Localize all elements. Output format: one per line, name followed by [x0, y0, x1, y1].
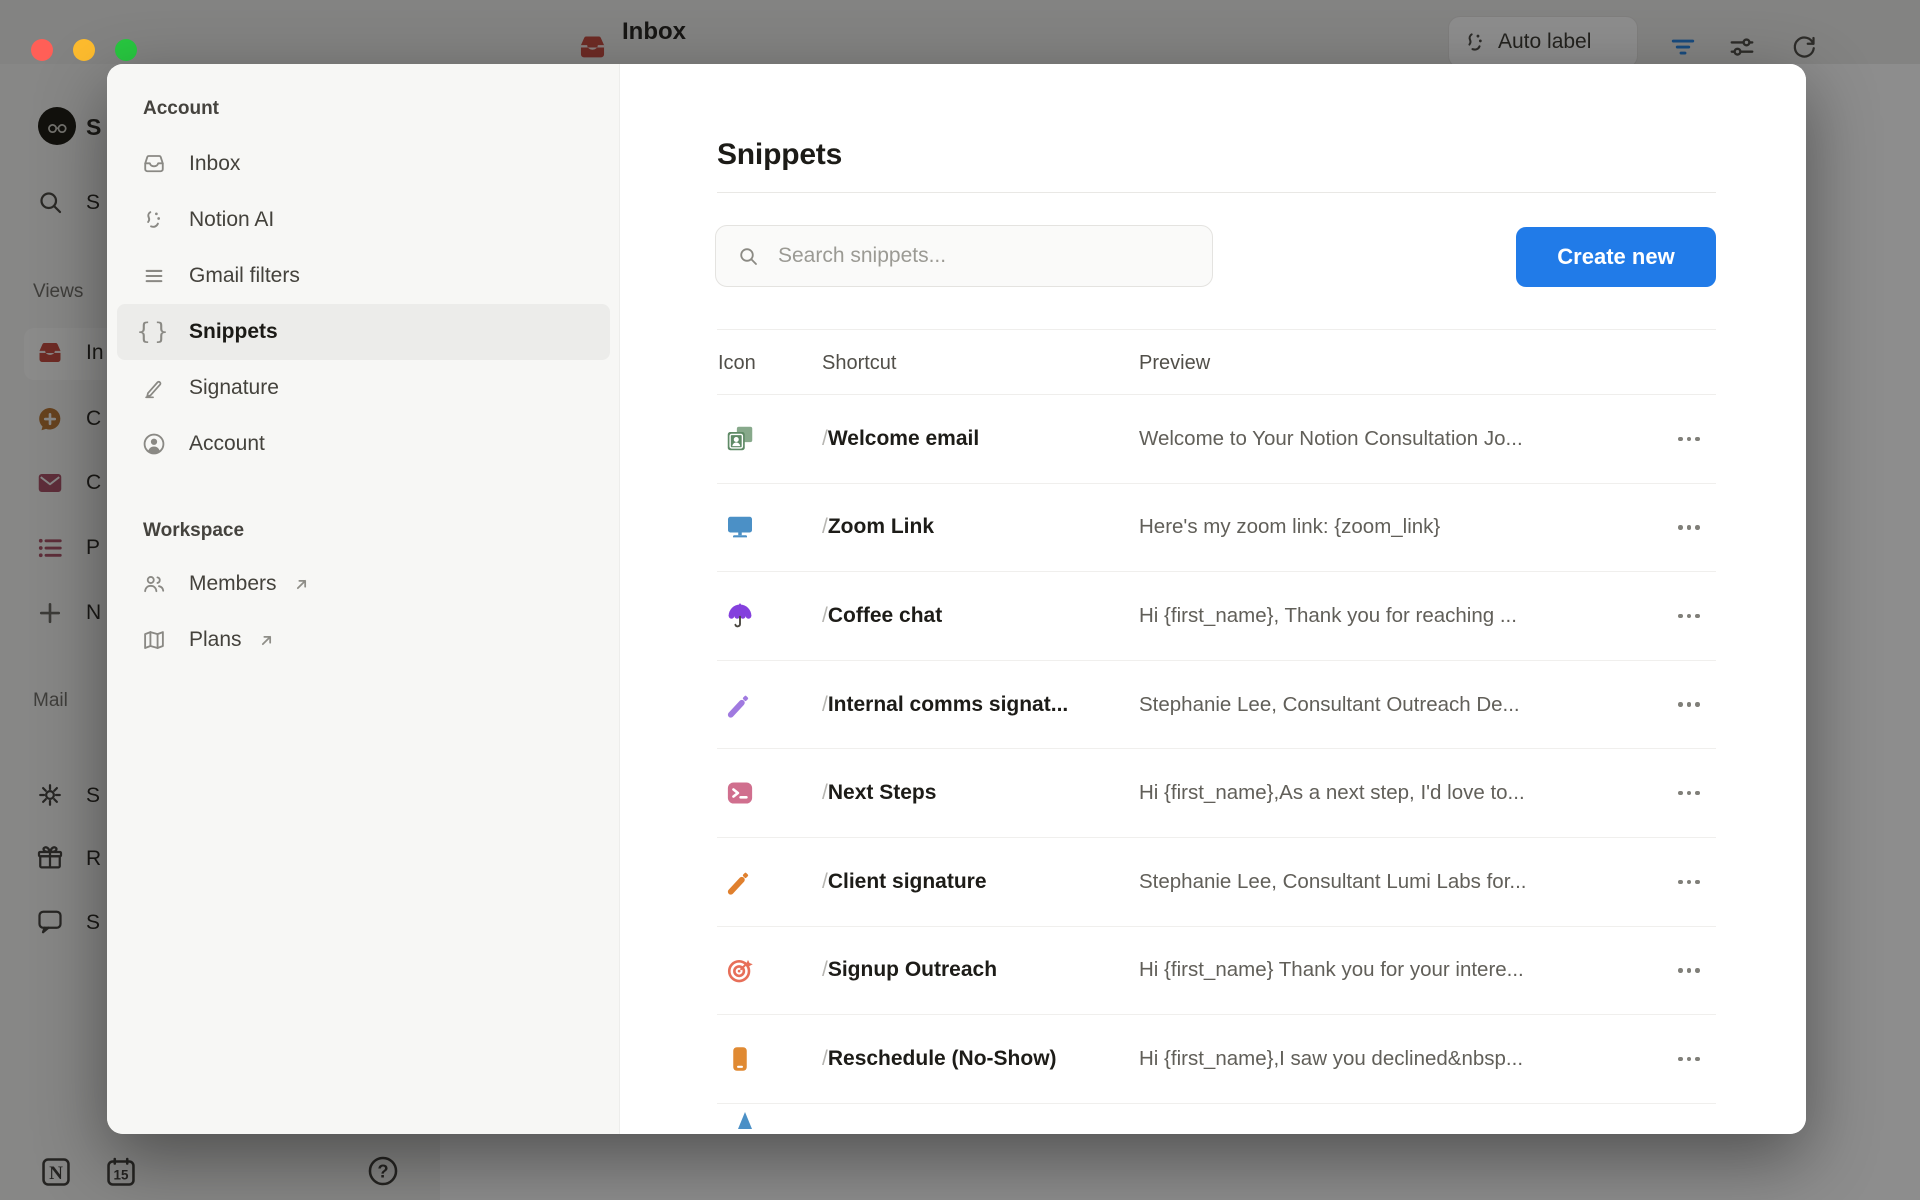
sidebar-item-notion-ai[interactable]: Notion AI: [117, 192, 610, 248]
column-header-shortcut: Shortcut: [822, 330, 896, 396]
row-more-menu[interactable]: [1669, 690, 1709, 720]
row-more-menu[interactable]: [1669, 512, 1709, 542]
sidebar-item-label: Plans: [189, 628, 242, 652]
snippet-preview: Welcome to Your Notion Consultation Jo..…: [1139, 427, 1523, 451]
table-row[interactable]: /Zoom Link Here's my zoom link: {zoom_lin…: [717, 484, 1716, 573]
snippet-preview: Hi {first_name} Thank you for your inter…: [1139, 958, 1524, 982]
snippet-shortcut: /Welcome email: [822, 427, 979, 451]
sidebar-item-label: Snippets: [189, 320, 278, 344]
target-icon: [725, 955, 755, 985]
minimize-window-button[interactable]: [73, 39, 95, 61]
sidebar-item-inbox[interactable]: Inbox: [117, 136, 610, 192]
table-row[interactable]: /Coffee chat Hi {first_name}, Thank you f…: [717, 572, 1716, 661]
external-link-icon: [291, 574, 312, 595]
page-title: Snippets: [717, 138, 842, 172]
sidebar-item-signature[interactable]: Signature: [117, 360, 610, 416]
braces-icon: {}: [141, 319, 167, 345]
sidebar-item-snippets[interactable]: {} Snippets: [117, 304, 610, 360]
snippet-preview: Hi {first_name},I saw you declined&nbsp.…: [1139, 1047, 1523, 1071]
snippet-shortcut: /Zoom Link: [822, 515, 934, 539]
snippet-shortcut: /Internal comms signat...: [822, 693, 1068, 717]
row-more-menu[interactable]: [1669, 955, 1709, 985]
notion-ai-icon: [141, 207, 167, 233]
snippet-preview: Here's my zoom link: {zoom_link}: [1139, 515, 1440, 539]
snippet-shortcut: /Signup Outreach: [822, 958, 997, 982]
snippets-table: Icon Shortcut Preview /Welcome email Welc…: [717, 329, 1716, 1134]
snippet-preview: Hi {first_name}, Thank you for reaching …: [1139, 604, 1517, 628]
members-icon: [141, 571, 167, 597]
sidebar-item-account[interactable]: Account: [117, 416, 610, 472]
settings-sidebar: Account Inbox Notion AI Gmail filters {} Snip…: [107, 64, 620, 1134]
snippet-shortcut: /Coffee chat: [822, 604, 942, 628]
search-snippets-input[interactable]: [715, 225, 1213, 287]
table-row[interactable]: /Signup Outreach Hi {first_name} Thank yo…: [717, 927, 1716, 1016]
table-row[interactable]: /Next Steps Hi {first_name},As a next ste…: [717, 749, 1716, 838]
map-icon: [141, 627, 167, 653]
terminal-icon: [725, 778, 755, 808]
table-row[interactable]: /Welcome email Welcome to Your Notion Con…: [717, 395, 1716, 484]
sidebar-item-label: Notion AI: [189, 208, 274, 232]
snippet-shortcut: /Next Steps: [822, 781, 936, 805]
table-row[interactable]: /Client signature Stephanie Lee, Consulta…: [717, 838, 1716, 927]
sidebar-section-title: Workspace: [143, 520, 619, 546]
snippet-shortcut: /Client signature: [822, 870, 987, 894]
row-more-menu[interactable]: [1669, 1044, 1709, 1074]
signature-icon: [141, 375, 167, 401]
snippet-icon: [733, 1108, 757, 1132]
filter-lines-icon: [141, 263, 167, 289]
sidebar-item-label: Account: [189, 432, 265, 456]
phone-icon: [725, 1044, 755, 1074]
snippet-preview: Stephanie Lee, Consultant Lumi Labs for.…: [1139, 870, 1526, 894]
sidebar-item-members[interactable]: Members: [117, 556, 610, 612]
row-more-menu[interactable]: [1669, 424, 1709, 454]
sidebar-item-plans[interactable]: Plans: [117, 612, 610, 668]
table-header: Icon Shortcut Preview: [717, 329, 1716, 395]
sidebar-item-label: Inbox: [189, 152, 240, 176]
settings-content: Snippets Create new Icon Shortcut Previe…: [620, 64, 1806, 1134]
sidebar-item-label: Members: [189, 572, 277, 596]
sidebar-item-label: Signature: [189, 376, 279, 400]
row-more-menu[interactable]: [1669, 601, 1709, 631]
create-new-button[interactable]: Create new: [1516, 227, 1716, 287]
person-circle-icon: [141, 431, 167, 457]
zoom-window-button[interactable]: [115, 39, 137, 61]
table-row[interactable]: /Internal comms signat... Stephanie Lee, …: [717, 661, 1716, 750]
sidebar-item-label: Gmail filters: [189, 264, 300, 288]
column-header-icon: Icon: [718, 330, 756, 396]
marker-purple-icon: [725, 690, 755, 720]
id-card-icon: [725, 424, 755, 454]
snippet-preview: Hi {first_name},As a next step, I'd love…: [1139, 781, 1525, 805]
close-window-button[interactable]: [31, 39, 53, 61]
sidebar-section-title: Account: [143, 98, 619, 124]
column-header-preview: Preview: [1139, 330, 1210, 396]
external-link-icon: [256, 630, 277, 651]
snippet-preview: Stephanie Lee, Consultant Outreach De...: [1139, 693, 1520, 717]
settings-modal: Account Inbox Notion AI Gmail filters {} Snip…: [107, 64, 1806, 1134]
marker-orange-icon: [725, 867, 755, 897]
snippet-shortcut: /Reschedule (No-Show): [822, 1047, 1057, 1071]
search-icon: [736, 244, 760, 268]
inbox-outline-icon: [141, 151, 167, 177]
sidebar-item-gmail-filters[interactable]: Gmail filters: [117, 248, 610, 304]
table-row[interactable]: /Reschedule (No-Show) Hi {first_name},I s…: [717, 1015, 1716, 1104]
divider: [717, 192, 1716, 193]
row-more-menu[interactable]: [1669, 867, 1709, 897]
monitor-icon: [725, 512, 755, 542]
row-more-menu[interactable]: [1669, 778, 1709, 808]
umbrella-icon: [725, 601, 755, 631]
table-row-partial: [717, 1104, 1716, 1134]
